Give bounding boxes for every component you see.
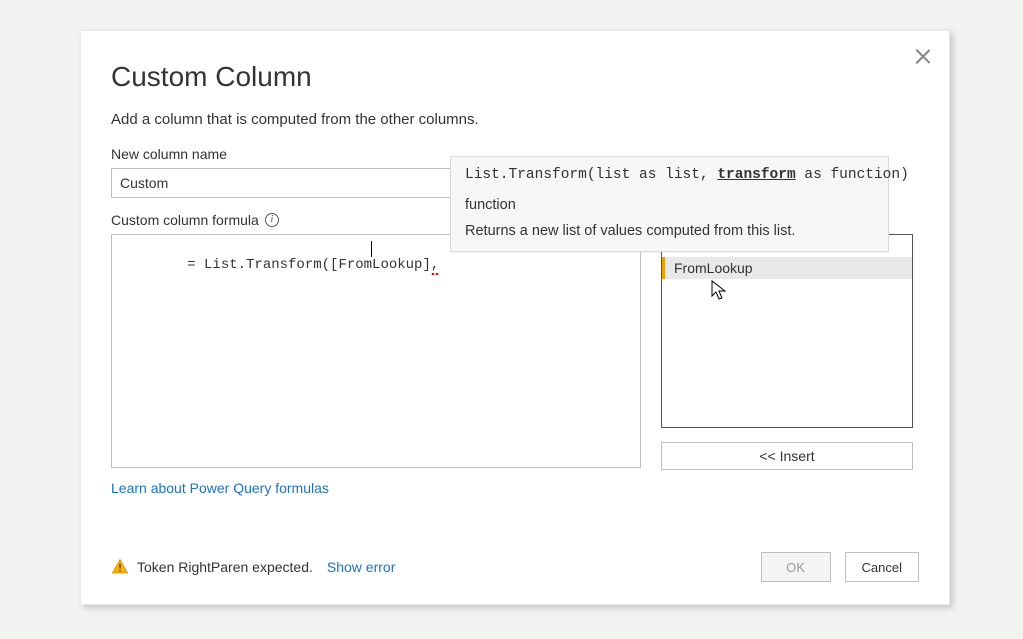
available-columns-list[interactable]: ID FromLookup	[661, 234, 913, 428]
insert-button[interactable]: << Insert	[661, 442, 913, 470]
cancel-button[interactable]: Cancel	[845, 552, 919, 582]
show-error-link[interactable]: Show error	[327, 559, 395, 575]
formula-editor[interactable]: = List.Transform([FromLookup],	[111, 234, 641, 468]
dialog-subtitle: Add a column that is computed from the o…	[111, 111, 919, 128]
tooltip-description: Returns a new list of values computed fr…	[465, 223, 874, 239]
close-icon[interactable]	[911, 45, 935, 69]
formula-text-suffix	[439, 257, 447, 273]
tooltip-kind: function	[465, 197, 874, 213]
tooltip-active-param: transform	[717, 167, 795, 183]
dialog-footer: Token RightParen expected. Show error OK…	[111, 552, 919, 582]
custom-column-dialog: Custom Column Add a column that is compu…	[80, 30, 950, 605]
tooltip-signature: List.Transform(list as list, transform a…	[465, 167, 874, 183]
label-text: New column name	[111, 146, 227, 162]
warning-icon	[111, 558, 129, 576]
label-text: Custom column formula	[111, 212, 259, 228]
ok-button[interactable]: OK	[761, 552, 831, 582]
list-item[interactable]: FromLookup	[662, 257, 912, 279]
formula-text-comma: ,	[431, 257, 439, 273]
learn-link[interactable]: Learn about Power Query formulas	[111, 480, 329, 496]
error-text: Token RightParen expected.	[137, 559, 313, 575]
text-caret	[371, 241, 372, 257]
intellisense-tooltip: List.Transform(list as list, transform a…	[450, 156, 889, 252]
formula-text-prefix: = List.Transform([FromLookup]	[187, 257, 431, 273]
dialog-title: Custom Column	[111, 61, 919, 93]
info-icon[interactable]: i	[265, 213, 279, 227]
